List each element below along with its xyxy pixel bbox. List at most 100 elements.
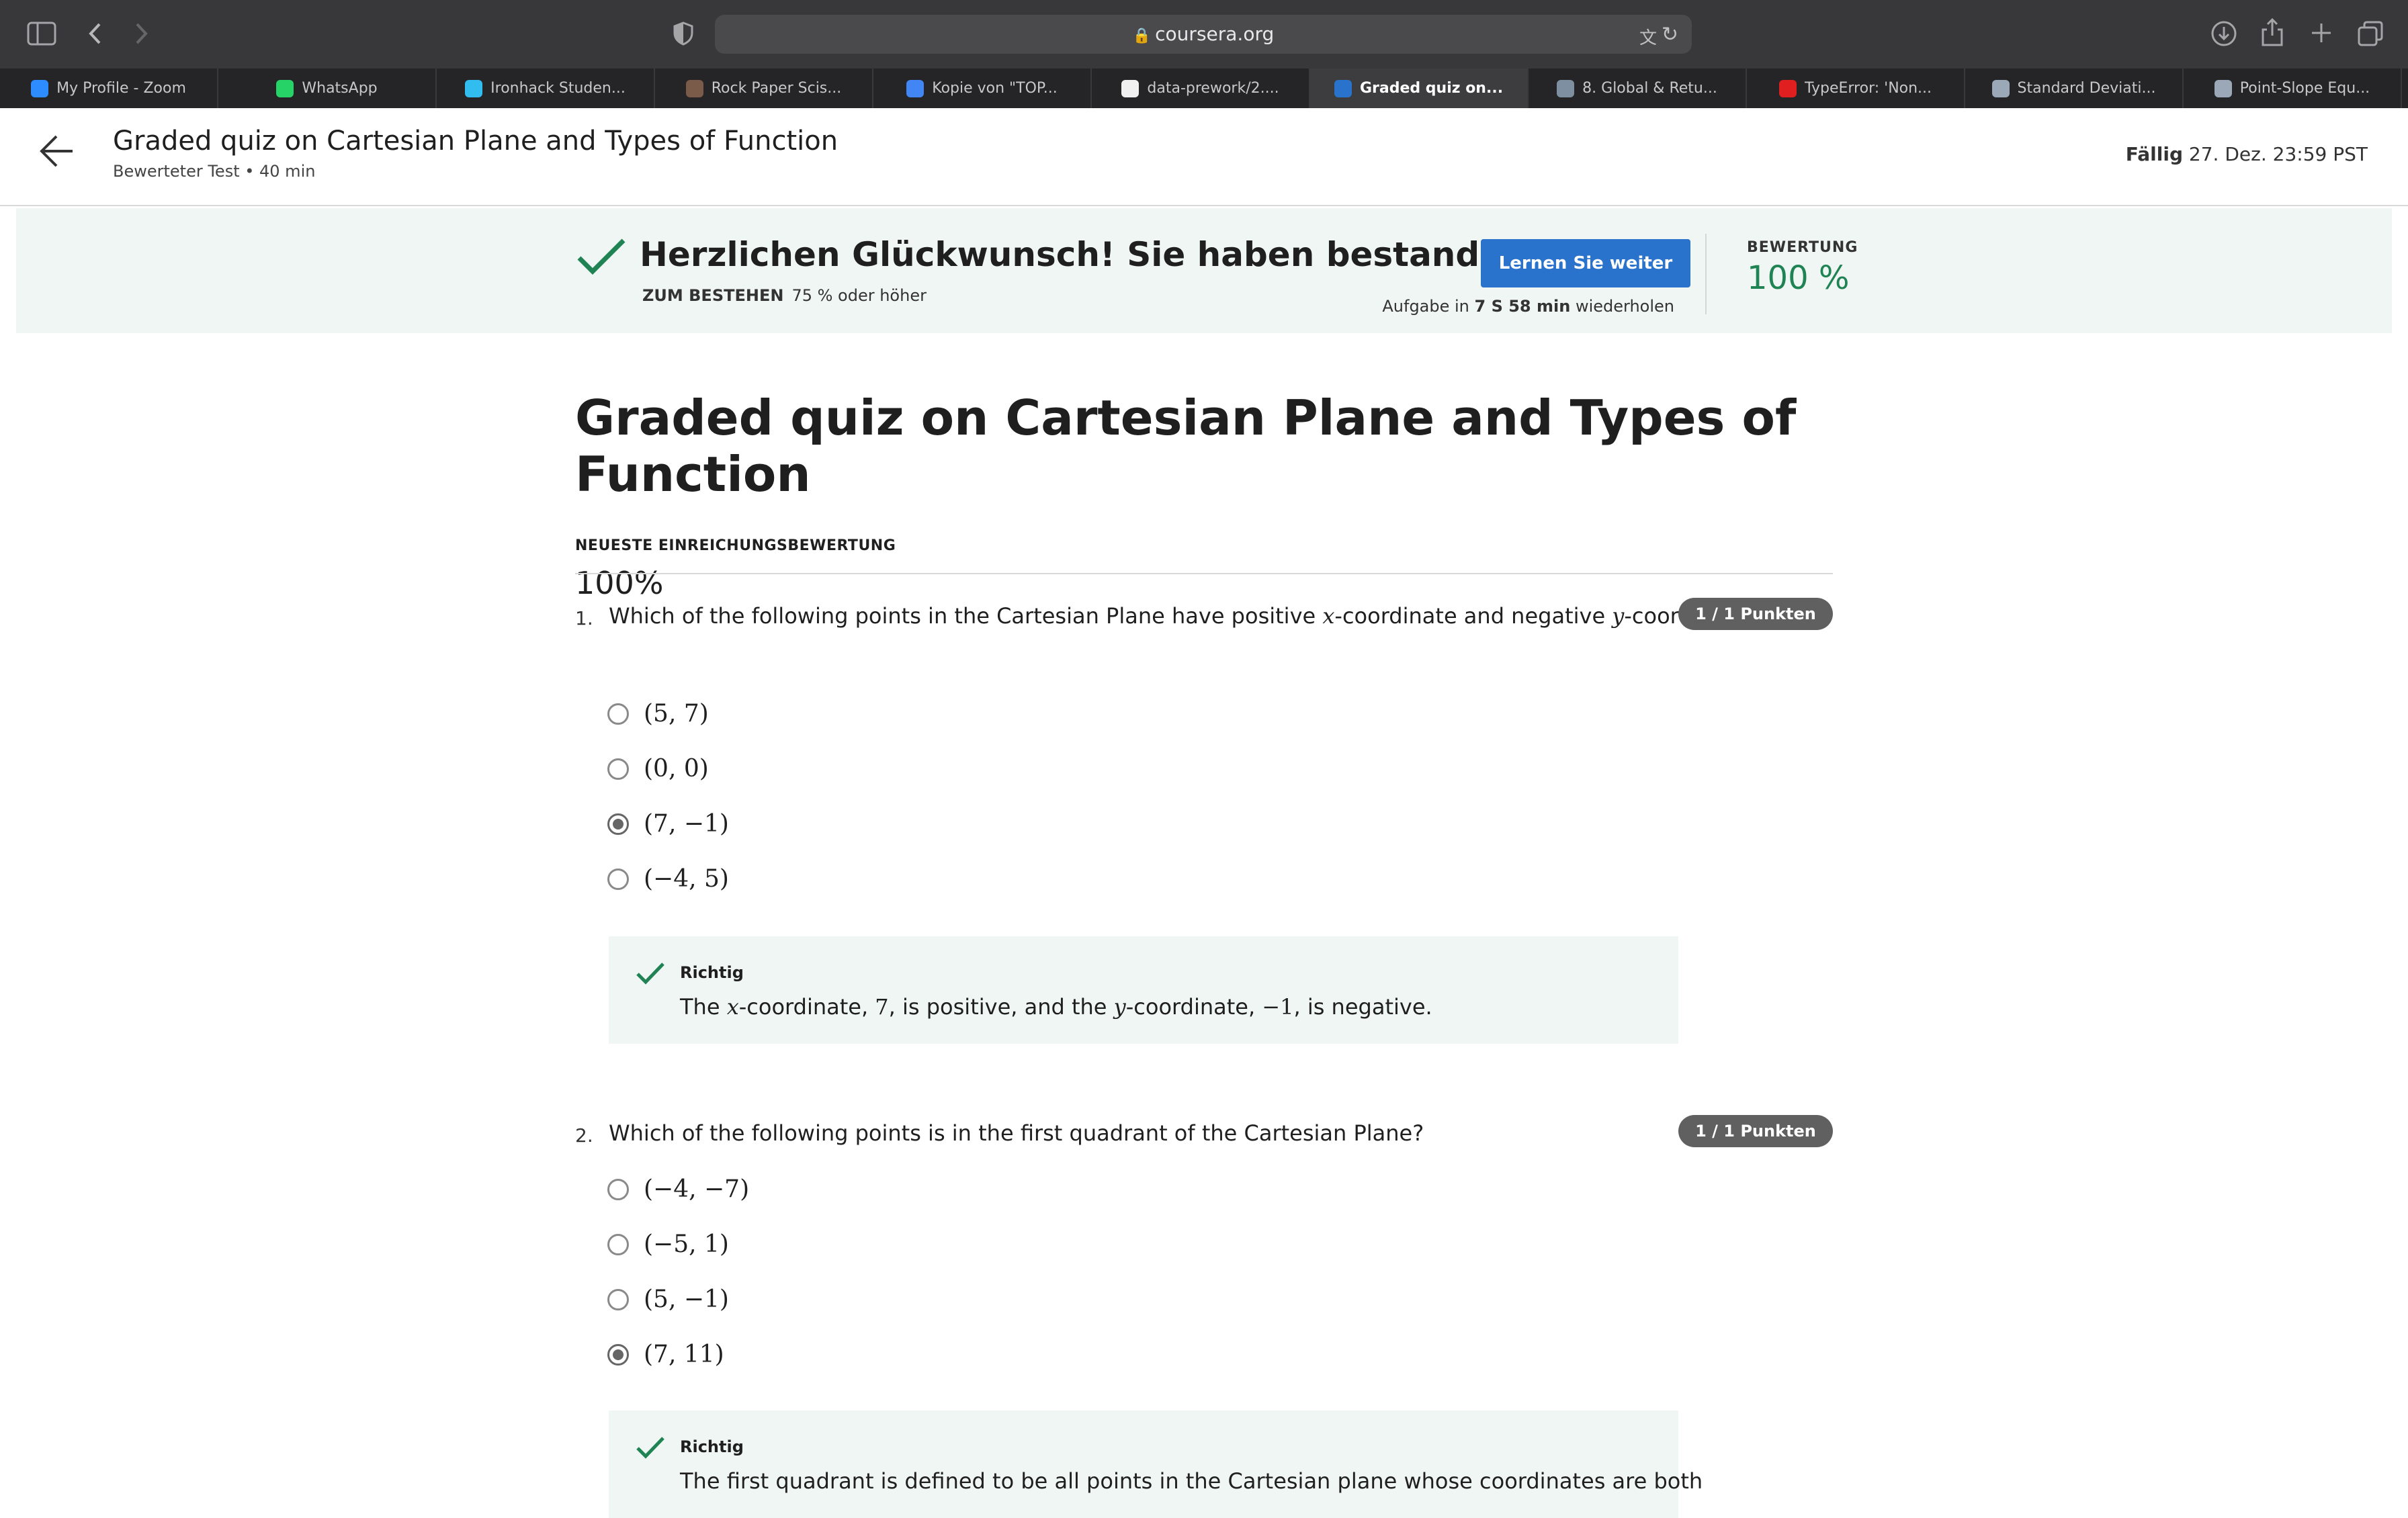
- question-number: 1.: [575, 607, 593, 629]
- lock-icon: 🔒: [1132, 28, 1152, 44]
- address-bar[interactable]: 🔒 coursera.org 文 ↻: [715, 15, 1692, 54]
- answer-option[interactable]: (5, −1): [607, 1286, 729, 1313]
- option-label: (7, −1): [644, 810, 729, 838]
- radio-button[interactable]: [607, 1178, 629, 1200]
- tab-favicon-icon: [1991, 79, 2010, 97]
- reload-icon[interactable]: ↻: [1662, 23, 1678, 46]
- quiz-summary: Graded quiz on Cartesian Plane and Types…: [575, 390, 1833, 601]
- tab-label: My Profile - Zoom: [56, 80, 186, 97]
- back-nav-icon[interactable]: [87, 21, 103, 46]
- radio-button[interactable]: [607, 1233, 629, 1255]
- pass-message: Herzlichen Glückwunsch! Sie haben bestan…: [640, 235, 1542, 274]
- browser-tab[interactable]: Graded quiz on...: [1310, 69, 1529, 108]
- share-icon[interactable]: [2260, 17, 2284, 47]
- question-text: Which of the following points is in the …: [609, 1120, 1424, 1146]
- retry-suffix: wiederholen: [1575, 297, 1674, 316]
- points-badge: 1 / 1 Punkten: [1678, 598, 1833, 630]
- radio-button[interactable]: [607, 1343, 629, 1366]
- due-value: 27. Dez. 23:59 PST: [2188, 143, 2368, 165]
- answer-option[interactable]: (−4, 5): [607, 865, 729, 893]
- check-icon: [577, 238, 626, 275]
- browser-tab[interactable]: Ironhack Studen...: [437, 69, 655, 108]
- points-badge: 1 / 1 Punkten: [1678, 1115, 1833, 1147]
- question-1: 1. Which of the following points in the …: [575, 598, 1833, 1046]
- tab-label: Kopie von "TOP...: [932, 80, 1058, 97]
- tab-label: Ironhack Studen...: [490, 80, 626, 97]
- tab-favicon-icon: [1121, 79, 1140, 97]
- tab-favicon-icon: [685, 79, 703, 97]
- answer-option[interactable]: (−5, 1): [607, 1231, 729, 1258]
- due-label: Fällig: [2125, 143, 2184, 165]
- due-date: Fällig 27. Dez. 23:59 PST: [2126, 143, 2368, 165]
- sidebar-toggle-icon[interactable]: [27, 21, 56, 46]
- grade-label: BEWERTUNG: [1747, 239, 1858, 256]
- tab-favicon-icon: [906, 79, 924, 97]
- pass-threshold-value: 75 % oder höher: [791, 286, 927, 305]
- feedback-text: The x-coordinate, 7, is positive, and th…: [680, 994, 1432, 1020]
- forward-nav-icon[interactable]: [133, 21, 149, 46]
- answer-option[interactable]: (7, −1): [607, 810, 729, 838]
- browser-tab[interactable]: TypeError: 'Non...: [1747, 69, 1965, 108]
- retry-prefix: Aufgabe in: [1382, 297, 1469, 316]
- check-icon: [636, 963, 664, 985]
- radio-button[interactable]: [607, 758, 629, 780]
- tab-overview-icon[interactable]: [2357, 20, 2384, 47]
- answer-option[interactable]: (0, 0): [607, 755, 709, 783]
- new-tab-icon[interactable]: [2310, 21, 2333, 44]
- banner-divider: [1705, 234, 1707, 314]
- question-number: 2.: [575, 1124, 593, 1147]
- browser-tab[interactable]: Kopie von "TOP...: [873, 69, 1092, 108]
- retry-time: 7 S 58 min: [1474, 297, 1571, 316]
- option-label: (−4, 5): [644, 865, 729, 893]
- privacy-shield-icon[interactable]: [673, 21, 693, 46]
- tab-label: data-prework/2....: [1147, 80, 1279, 97]
- browser-tab[interactable]: WhatsApp: [218, 69, 437, 108]
- radio-button[interactable]: [607, 813, 629, 835]
- tab-strip: My Profile - Zoom WhatsApp Ironhack Studen…: [0, 69, 2408, 109]
- radio-button[interactable]: [607, 703, 629, 725]
- check-icon: [636, 1437, 664, 1459]
- pass-threshold-label: ZUM BESTEHEN: [642, 286, 784, 305]
- question-text: Which of the following points in the Car…: [609, 603, 1758, 629]
- pass-threshold: ZUM BESTEHEN 75 % oder höher: [642, 286, 927, 305]
- browser-tab[interactable]: Point-Slope Equ...: [2184, 69, 2402, 108]
- tab-favicon-icon: [1334, 79, 1352, 97]
- tab-favicon-icon: [2214, 79, 2232, 97]
- tab-label: 8. Global & Retu...: [1582, 80, 1717, 97]
- tab-favicon-icon: [31, 79, 49, 97]
- back-arrow-icon[interactable]: [38, 132, 75, 170]
- downloads-icon[interactable]: [2210, 20, 2237, 47]
- continue-learning-button[interactable]: Lernen Sie weiter: [1481, 239, 1690, 287]
- latest-submission-label: NEUESTE EINREICHUNGSBEWERTUNG: [575, 537, 896, 554]
- tab-label: Point-Slope Equ...: [2239, 80, 2370, 97]
- tab-favicon-icon: [465, 79, 483, 97]
- retry-info: Aufgabe in 7 S 58 min wiederholen: [1382, 297, 1674, 316]
- tab-favicon-icon: [1778, 79, 1797, 97]
- option-label: (0, 0): [644, 755, 709, 783]
- browser-tab[interactable]: 8. Global & Retu...: [1529, 69, 1747, 108]
- radio-button[interactable]: [607, 868, 629, 890]
- radio-button[interactable]: [607, 1288, 629, 1310]
- option-label: (−5, 1): [644, 1231, 729, 1258]
- browser-tab[interactable]: data-prework/2....: [1092, 69, 1310, 108]
- pass-banner: Herzlichen Glückwunsch! Sie haben bestan…: [16, 208, 2392, 333]
- header-title: Graded quiz on Cartesian Plane and Types…: [113, 126, 838, 157]
- browser-tab[interactable]: My Profile - Zoom: [0, 69, 218, 108]
- browser-tab[interactable]: Standard Deviati...: [1965, 69, 2184, 108]
- feedback-box: Richtig The x-coordinate, 7, is positive…: [609, 936, 1678, 1044]
- app-header: Graded quiz on Cartesian Plane and Types…: [0, 108, 2408, 206]
- section-divider: [575, 573, 1833, 574]
- feedback-box: Richtig The first quadrant is defined to…: [609, 1411, 1703, 1518]
- tab-label: Standard Deviati...: [2017, 80, 2156, 97]
- feedback-title: Richtig: [680, 963, 744, 982]
- answer-option[interactable]: (5, 7): [607, 700, 709, 727]
- translate-icon[interactable]: 文: [1639, 24, 1657, 49]
- browser-tab[interactable]: Rock Paper Scis...: [655, 69, 873, 108]
- header-subtitle: Bewerteter Test • 40 min: [113, 162, 316, 181]
- grade-value: 100 %: [1747, 259, 1850, 297]
- tab-label: Graded quiz on...: [1359, 80, 1504, 97]
- option-label: (5, 7): [644, 700, 709, 727]
- url-text: coursera.org: [1155, 23, 1275, 45]
- answer-option[interactable]: (−4, −7): [607, 1175, 749, 1203]
- answer-option[interactable]: (7, 11): [607, 1341, 724, 1368]
